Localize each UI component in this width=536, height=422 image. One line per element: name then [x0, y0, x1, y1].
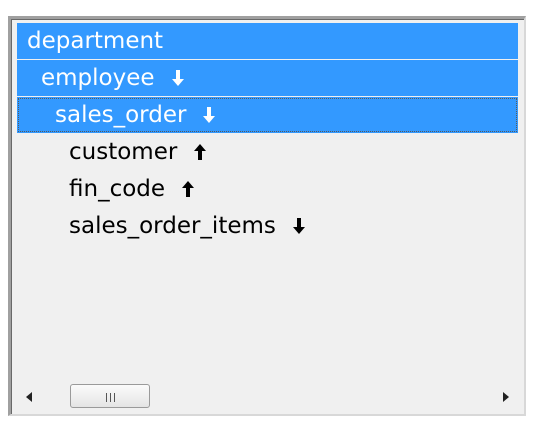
scroll-left-button[interactable] — [14, 380, 44, 414]
tree-item-sales-order[interactable]: sales_order — [17, 97, 518, 133]
tree-item-label: sales_order — [55, 102, 187, 128]
tree-item-fin-code[interactable]: fin_code — [17, 171, 518, 207]
tree-view[interactable]: department employee sales_order customer fin… — [8, 16, 526, 416]
tree-item-customer[interactable]: customer — [17, 134, 518, 170]
chevron-left-icon — [26, 392, 32, 402]
arrow-down-icon — [292, 217, 306, 235]
arrow-down-icon — [202, 106, 216, 124]
arrow-up-icon — [193, 143, 207, 161]
arrow-up-icon — [181, 180, 195, 198]
tree-item-label: sales_order_items — [69, 213, 276, 239]
tree-item-label: customer — [69, 139, 178, 165]
tree-item-employee[interactable]: employee — [17, 60, 518, 96]
tree-item-sales-order-items[interactable]: sales_order_items — [17, 208, 518, 244]
tree-item-label: department — [27, 28, 164, 54]
tree-item-department[interactable]: department — [17, 23, 518, 59]
arrow-down-icon — [171, 69, 185, 87]
tree-item-label: employee — [41, 65, 155, 91]
chevron-right-icon — [503, 392, 509, 402]
horizontal-scrollbar[interactable] — [14, 380, 521, 414]
grip-icon — [104, 387, 116, 406]
scroll-right-button[interactable] — [491, 380, 521, 414]
tree-item-label: fin_code — [69, 176, 166, 202]
scrollbar-thumb[interactable] — [70, 384, 150, 408]
